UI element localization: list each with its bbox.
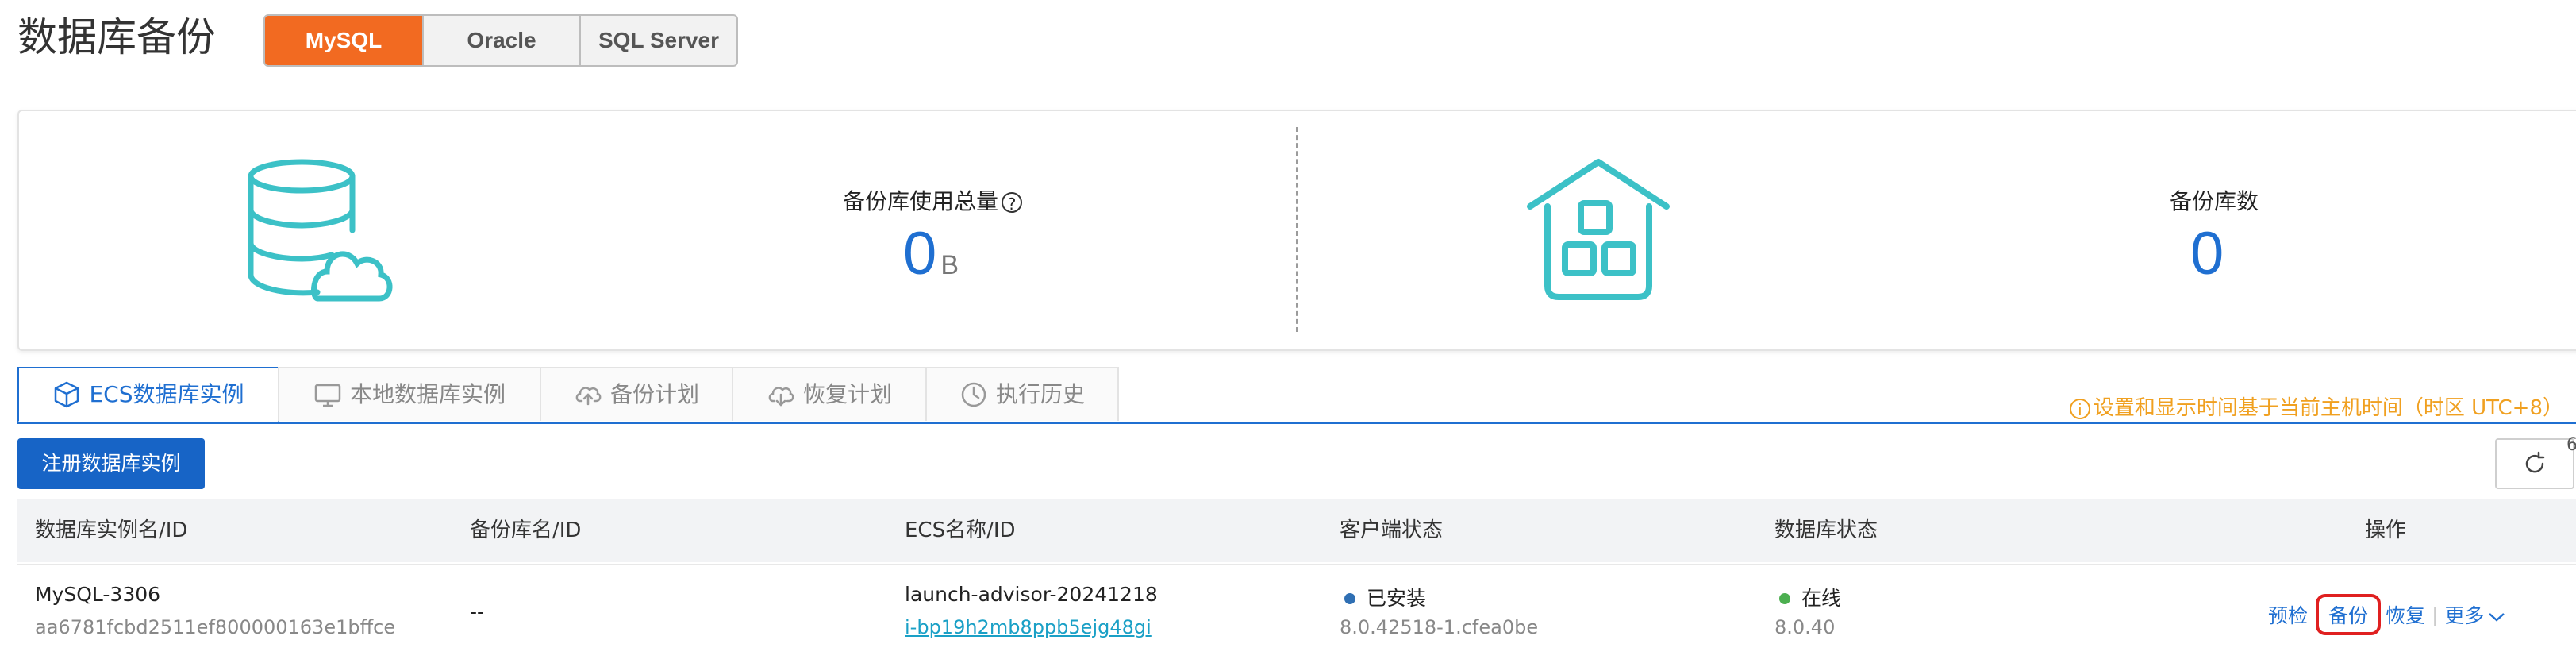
status-dot (1344, 593, 1355, 604)
monitor-icon (314, 384, 341, 407)
col-ecs: ECS名称/ID (905, 518, 1016, 542)
tabs-underline (17, 422, 2576, 424)
tab-label: ECS数据库实例 (89, 381, 244, 407)
restore-button[interactable]: 恢复 (2386, 600, 2425, 629)
tab-label: 本地数据库实例 (349, 381, 506, 407)
col-backup-db: 备份库名/ID (470, 518, 582, 542)
help-icon[interactable]: ? (1002, 192, 1023, 214)
db-type-switcher: MySQL Oracle SQL Server (263, 14, 738, 67)
tab-local-instances[interactable]: 本地数据库实例 (278, 367, 541, 421)
tab-ecs-instances[interactable]: ECS数据库实例 (17, 367, 279, 422)
instance-tabs: ECS数据库实例 本地数据库实例 备份计划 恢复计划 执行历史 (17, 367, 1119, 422)
tab-backup-plans[interactable]: 备份计划 (540, 367, 733, 421)
timezone-text: 设置和显示时间基于当前主机时间（时区 UTC+8） (2093, 396, 2563, 420)
ecs-id-link[interactable]: i-bp19h2mb8ppb5ejg48gi (905, 616, 1152, 638)
usage-value: 0 (903, 220, 937, 287)
clock-icon (961, 382, 986, 407)
row-actions: 预检 备份 恢复 | 更多 (2268, 594, 2505, 635)
status-dot (1779, 593, 1790, 604)
db-version: 8.0.40 (1774, 616, 1836, 638)
cube-icon (55, 381, 79, 408)
tab-label: 执行历史 (995, 381, 1085, 407)
warehouse-icon (1527, 159, 1670, 300)
backup-button[interactable]: 备份 (2316, 594, 2382, 635)
db-status-text: 在线 (1801, 587, 1842, 610)
instance-id: aa6781fcbd2511ef800000163e1bffce (35, 616, 396, 638)
database-cloud-icon (248, 159, 393, 302)
col-instance: 数据库实例名/ID (35, 518, 188, 542)
cloud-upload-icon (575, 387, 602, 406)
db-status: 在线 (1774, 583, 1841, 611)
client-status-text: 已安装 (1367, 587, 1427, 610)
col-actions: 操作 (2365, 518, 2407, 542)
count-value: 0 (2190, 220, 2224, 287)
cloud-download-icon (768, 387, 794, 407)
table-header (17, 499, 2576, 562)
chevron-down-icon (2488, 613, 2505, 622)
action-separator: | (2432, 603, 2439, 626)
db-type-oracle[interactable]: Oracle (424, 16, 581, 65)
page-title: 数据库备份 (17, 14, 216, 60)
more-button[interactable]: 更多 (2444, 600, 2505, 629)
timezone-note: i 设置和显示时间基于当前主机时间（时区 UTC+8） (2069, 391, 2563, 421)
backup-db-name: -- (470, 600, 485, 623)
info-icon: i (2069, 398, 2090, 419)
count-label: 备份库数 (2170, 188, 2259, 214)
tab-restore-plans[interactable]: 恢复计划 (732, 367, 927, 421)
usage-unit: B (940, 250, 959, 280)
db-type-sqlserver[interactable]: SQL Server (581, 16, 736, 65)
ecs-name: launch-advisor-20241218 (905, 583, 1158, 606)
precheck-button[interactable]: 预检 (2268, 600, 2308, 629)
db-type-mysql[interactable]: MySQL (265, 16, 424, 65)
tab-label: 备份计划 (609, 381, 699, 407)
col-db-status: 数据库状态 (1774, 518, 1878, 542)
instance-name: MySQL-3306 (35, 583, 161, 606)
usage-label: 备份库使用总量 (843, 188, 999, 214)
tab-execution-history[interactable]: 执行历史 (925, 367, 1119, 421)
col-client-status: 客户端状态 (1340, 518, 1444, 542)
refresh-icon (2525, 451, 2545, 473)
table-row (17, 564, 2576, 663)
refresh-count: 6 (2566, 435, 2576, 455)
summary-divider (1296, 127, 1298, 332)
register-instance-button[interactable]: 注册数据库实例 (17, 438, 205, 489)
client-version: 8.0.42518-1.cfea0be (1340, 616, 1539, 638)
refresh-button[interactable] (2495, 438, 2574, 489)
client-status: 已安装 (1340, 583, 1426, 611)
usage-stat: 0 B (903, 219, 959, 288)
tab-label: 恢复计划 (802, 381, 892, 407)
more-label: 更多 (2444, 604, 2485, 627)
